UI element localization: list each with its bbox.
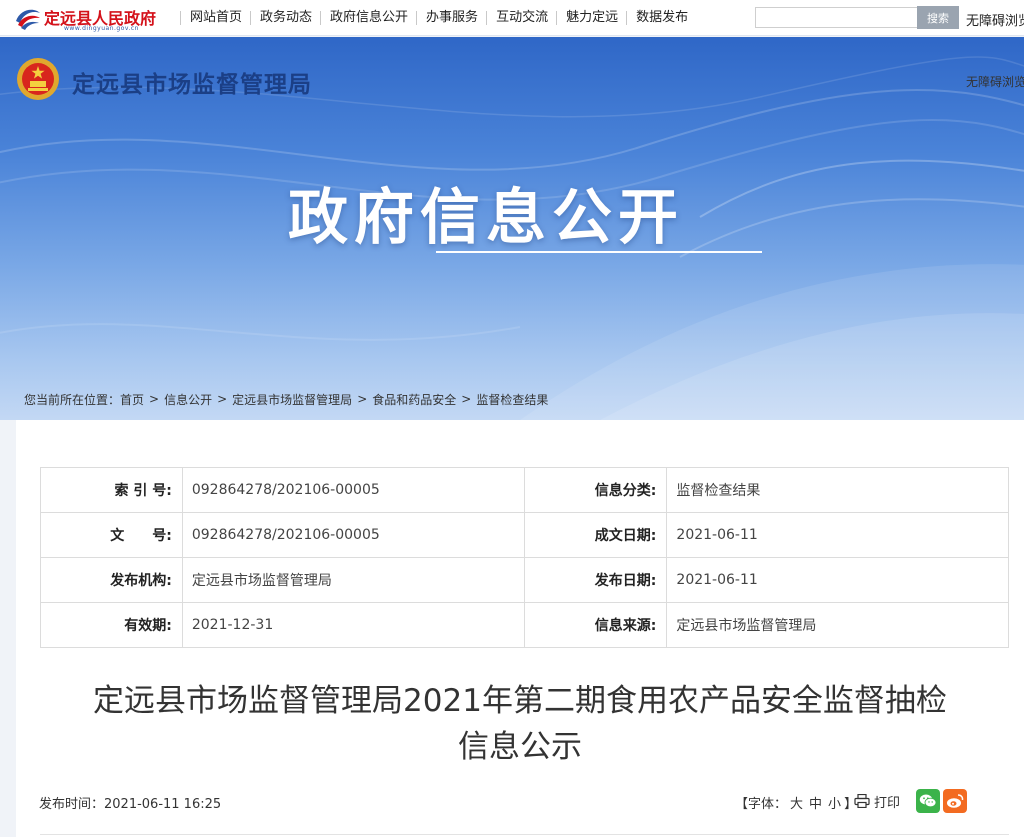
breadcrumb-separator: > [149,392,160,406]
article-panel: 索 引 号: 092864278/202106-00005 信息分类: 监督检查… [16,420,1024,837]
page-title: 政府信息公开 [288,183,684,253]
search-button[interactable]: 搜索 [917,6,959,29]
font-size-control: 【字体： 大 中 小 】 [735,793,857,812]
font-size-medium[interactable]: 中 [809,793,822,812]
breadcrumb-item-inspection[interactable]: 监督检查结果 [476,391,548,408]
share-wechat-button[interactable] [916,789,940,813]
weibo-icon [947,794,964,808]
breadcrumb-prefix: 您当前所在位置： [24,392,121,407]
printer-icon [854,794,870,808]
breadcrumb-item-info[interactable]: 信息公开 [164,391,212,408]
breadcrumb-separator: > [357,392,368,406]
nav-charm-dingyuan[interactable]: 魅力定远 [556,11,626,25]
share-weibo-button[interactable] [943,789,967,813]
meta-label-index: 索 引 号: [40,467,183,513]
meta-value-written-date: 2021-06-11 [666,512,1009,558]
meta-row: 发布机构: 定远县市场监督管理局 发布日期: 2021-06-11 [40,557,1009,603]
breadcrumb-item-agency[interactable]: 定远县市场监督管理局 [232,391,352,408]
meta-row: 文 号: 092864278/202106-00005 成文日期: 2021-0… [40,512,1009,558]
meta-label-category: 信息分类: [523,467,668,513]
meta-value-publish-date: 2021-06-11 [666,557,1009,603]
meta-row: 索 引 号: 092864278/202106-00005 信息分类: 监督检查… [40,467,1009,513]
site-logo-url: www.dingyuan.gov.cn [64,25,139,32]
search-input[interactable] [755,7,918,28]
breadcrumb-item-home[interactable]: 首页 [120,391,144,408]
meta-value-category: 监督检查结果 [666,467,1009,513]
meta-label-publisher: 发布机构: [40,557,183,603]
breadcrumb-separator: > [461,392,472,406]
meta-label-written-date: 成文日期: [523,512,668,558]
breadcrumb-separator: > [217,392,228,406]
font-size-label: 【字体： [735,797,788,812]
wechat-icon [919,794,937,808]
article-title-line-1: 定远县市场监督管理局2021年第二期食用农产品安全监督抽检 [93,683,947,719]
print-label: 打印 [874,795,901,811]
meta-label-publish-date: 发布日期: [523,557,668,603]
top-bar: 定远县人民政府 www.dingyuan.gov.cn 网站首页 政务动态 政府… [0,0,1024,36]
meta-label-validity: 有效期: [40,602,183,648]
accessibility-link[interactable]: 无障碍浏览 [966,10,1024,29]
content-divider [40,834,1009,835]
meta-row: 有效期: 2021-12-31 信息来源: 定远县市场监督管理局 [40,602,1009,648]
font-size-large[interactable]: 大 [790,793,803,812]
nav-news[interactable]: 政务动态 [250,11,320,25]
meta-value-validity: 2021-12-31 [181,602,525,648]
banner: 定远县市场监督管理局 无障碍浏览 政府信息公开 您当前所在位置： 首页 > 信息… [0,37,1024,420]
meta-table: 索 引 号: 092864278/202106-00005 信息分类: 监督检查… [40,467,1009,648]
print-button[interactable]: 打印 [854,791,900,811]
agency-name: 定远县市场监督管理局 [72,72,312,98]
site-logo[interactable]: 定远县人民政府 www.dingyuan.gov.cn [14,3,174,33]
nav-home[interactable]: 网站首页 [180,11,250,25]
article-title-line-2: 信息公示 [458,729,582,765]
accessibility-link-banner[interactable]: 无障碍浏览 [966,73,1024,90]
meta-label-doc-number: 文 号: [40,512,183,558]
article-title: 定远县市场监督管理局2021年第二期食用农产品安全监督抽检 信息公示 [16,678,1024,770]
breadcrumb: 您当前所在位置： 首页 > 信息公开 > 定远县市场监督管理局 > 食品和药品安… [24,390,548,408]
nav-data-release[interactable]: 数据发布 [626,11,696,25]
publish-time: 发布时间：2021-06-11 16:25 [39,797,222,812]
meta-value-index: 092864278/202106-00005 [181,467,525,513]
top-nav: 网站首页 政务动态 政府信息公开 办事服务 互动交流 魅力定远 数据发布 [180,0,696,36]
meta-value-source: 定远县市场监督管理局 [666,602,1009,648]
nav-interaction[interactable]: 互动交流 [486,11,556,25]
nav-services[interactable]: 办事服务 [416,11,486,25]
title-underline [436,251,762,253]
meta-label-source: 信息来源: [523,602,668,648]
meta-value-publisher: 定远县市场监督管理局 [181,557,525,603]
nav-info-disclosure[interactable]: 政府信息公开 [320,11,416,25]
meta-value-doc-number: 092864278/202106-00005 [181,512,525,558]
national-emblem-icon [17,58,59,100]
font-size-small[interactable]: 小 [828,793,841,812]
breadcrumb-item-food-drug[interactable]: 食品和药品安全 [372,391,456,408]
site-logo-icon [16,9,40,30]
